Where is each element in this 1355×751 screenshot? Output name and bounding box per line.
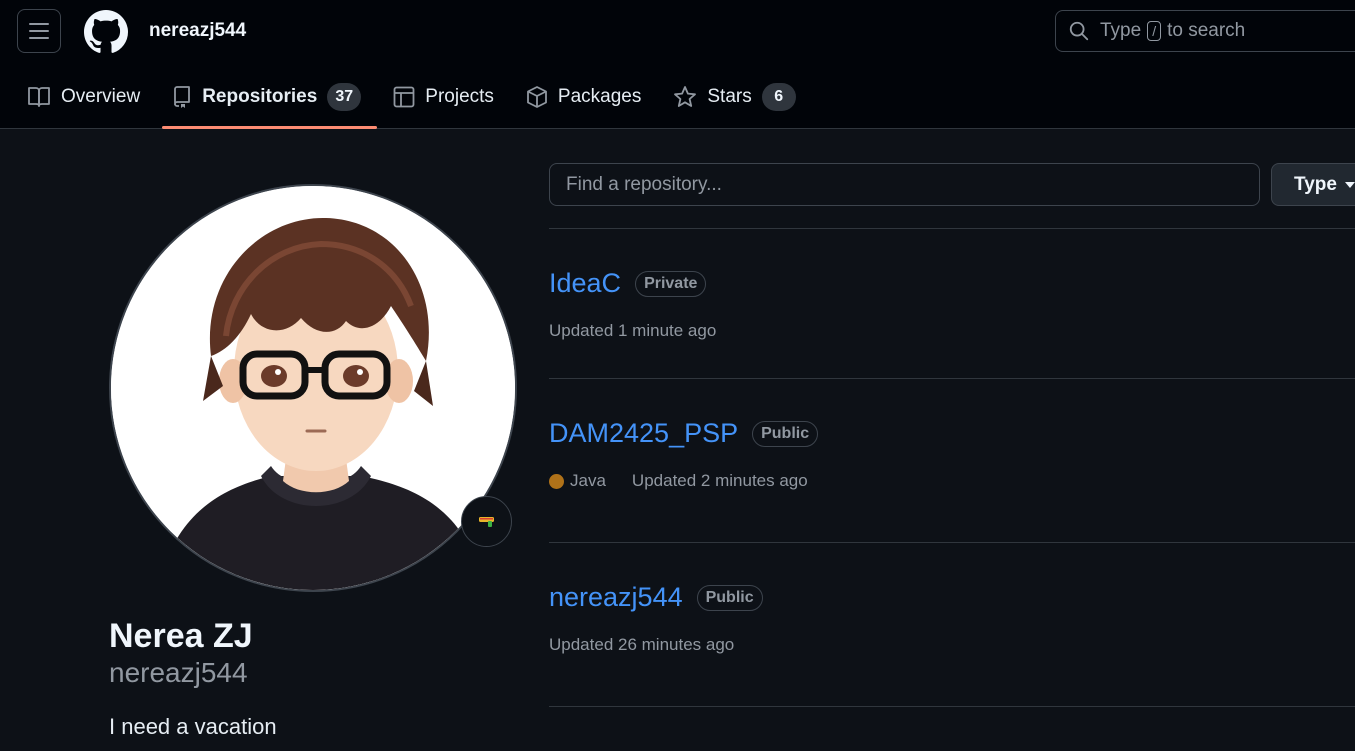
tab-packages-label: Packages [557, 85, 642, 107]
repo-list-item: nereazj544 Public Updated 26 minutes ago [549, 582, 1355, 655]
profile-full-name: Nerea ZJ [109, 617, 253, 655]
repositories-count-badge: 37 [327, 82, 362, 111]
github-logo-icon[interactable] [84, 10, 128, 54]
water-pistol-emoji-icon [478, 516, 494, 527]
avatar[interactable] [109, 184, 517, 592]
tab-stars-label: Stars [707, 85, 752, 107]
profile-login: nereazj544 [109, 657, 248, 688]
updated-time: Updated 2 minutes ago [631, 471, 808, 490]
search-input[interactable]: Type / to search [1055, 10, 1355, 52]
language-color-dot [549, 473, 564, 489]
set-status-button[interactable] [461, 496, 512, 547]
visibility-badge: Public [752, 420, 819, 447]
find-repository-input[interactable] [549, 163, 1260, 206]
menu-button[interactable] [17, 9, 61, 53]
repo-name-link[interactable]: nereazj544 [549, 582, 683, 613]
search-placeholder-after: to search [1167, 20, 1246, 41]
tab-repositories-label: Repositories [202, 85, 318, 107]
hamburger-icon [29, 23, 49, 39]
divider [549, 706, 1355, 707]
repo-name-link[interactable]: DAM2425_PSP [549, 418, 738, 449]
search-placeholder-before: Type [1100, 20, 1142, 41]
repo-list-item: DAM2425_PSP Public Java Updated 2 minute… [549, 418, 1355, 491]
repo-name-link[interactable]: IdeaC [549, 268, 621, 299]
profile-tabs: Overview Repositories 37 Projects Packag… [0, 64, 812, 129]
tab-overview-label: Overview [61, 85, 141, 107]
type-filter-button[interactable]: Type [1271, 163, 1355, 206]
repo-icon [174, 85, 191, 108]
tab-projects-label: Projects [425, 85, 494, 107]
visibility-badge: Public [696, 584, 763, 611]
book-icon [28, 86, 50, 107]
divider [549, 542, 1355, 543]
header-username[interactable]: nereazj544 [149, 20, 246, 42]
divider [549, 378, 1355, 379]
updated-time: Updated 26 minutes ago [549, 635, 735, 654]
updated-time: Updated 1 minute ago [549, 321, 717, 340]
tab-repositories[interactable]: Repositories 37 [162, 64, 378, 129]
language-name: Java [570, 471, 606, 490]
table-icon [393, 86, 415, 107]
star-icon [674, 85, 697, 107]
divider [549, 228, 1355, 229]
type-filter-label: Type [1294, 173, 1337, 195]
profile-bio: I need a vacation [109, 714, 277, 739]
stars-count-badge: 6 [761, 82, 796, 111]
app-header: nereazj544 Type / to search Overview Rep… [0, 0, 1355, 129]
tab-stars[interactable]: Stars 6 [663, 64, 811, 129]
search-shortcut-key: / [1147, 21, 1162, 41]
tab-projects[interactable]: Projects [383, 64, 510, 129]
repo-language: Java [549, 471, 606, 491]
visibility-badge: Private [635, 270, 707, 297]
repo-list-item: IdeaC Private Updated 1 minute ago [549, 268, 1355, 341]
package-icon [527, 85, 547, 108]
avatar-illustration [111, 186, 515, 590]
tab-packages[interactable]: Packages [516, 64, 657, 129]
search-icon [1069, 21, 1089, 41]
caret-down-icon [1344, 181, 1355, 188]
tab-overview[interactable]: Overview [17, 64, 156, 129]
